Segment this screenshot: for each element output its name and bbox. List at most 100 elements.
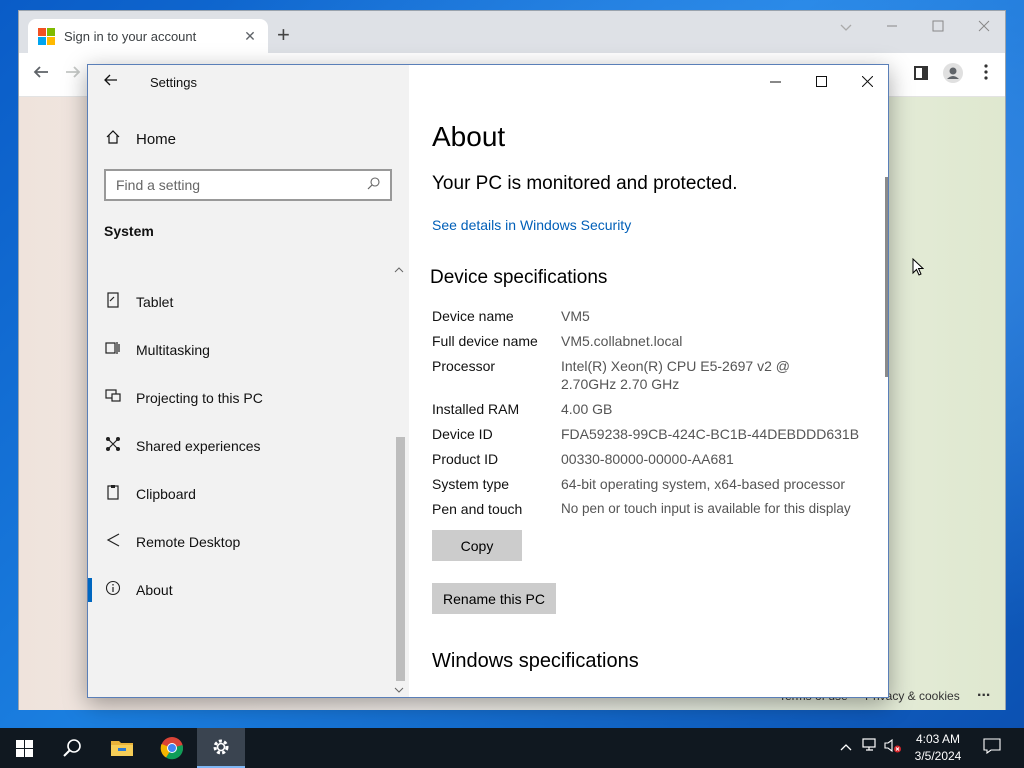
remote-desktop-icon — [104, 532, 122, 553]
sidebar-item-about[interactable]: About — [88, 566, 393, 614]
back-arrow-icon[interactable] — [104, 71, 118, 92]
taskbar-clock[interactable]: 4:03 AM 3/5/2024 — [906, 731, 970, 765]
spec-value: 64-bit operating system, x64-based proce… — [561, 476, 846, 492]
sidebar-item-projecting[interactable]: Projecting to this PC — [88, 374, 393, 422]
spec-key: Installed RAM — [432, 401, 520, 417]
search-icon — [367, 177, 380, 193]
tab-search-chevron-icon[interactable] — [834, 19, 858, 35]
settings-window: Settings Home System Tablet — [87, 64, 889, 698]
side-panel-icon[interactable] — [909, 63, 933, 85]
multitasking-icon — [104, 340, 122, 361]
browser-close-button[interactable] — [972, 19, 996, 35]
spec-value: VM5.collabnet.local — [561, 333, 683, 349]
spec-value: FDA59238-99CB-424C-BC1B-44DEBDDD631B — [561, 426, 860, 442]
device-specs-heading: Device specifications — [430, 267, 608, 288]
spec-value: No pen or touch input is available for t… — [561, 501, 851, 516]
sidebar-item-clipboard[interactable]: Clipboard — [88, 470, 393, 518]
spec-row: Processor Intel(R) Xeon(R) CPU E5-2697 v… — [432, 357, 872, 393]
profile-avatar-icon[interactable] — [941, 63, 965, 88]
nav-home-label: Home — [136, 131, 177, 148]
sidebar-item-remote-desktop[interactable]: Remote Desktop — [88, 518, 393, 566]
sidebar-item-label: Clipboard — [136, 486, 196, 502]
browser-menu-icon[interactable] — [974, 63, 998, 85]
taskbar: 4:03 AM 3/5/2024 — [0, 728, 1024, 768]
sidebar-item-label: Remote Desktop — [136, 534, 241, 550]
browser-tab[interactable]: Sign in to your account ✕ — [28, 19, 268, 53]
spec-row: Device name VM5 — [432, 307, 872, 325]
back-arrow-icon[interactable] — [29, 63, 53, 85]
tab-close-icon[interactable]: ✕ — [242, 28, 258, 45]
sidebar-item-label: Tablet — [136, 294, 174, 310]
page-title: About — [432, 121, 506, 152]
scroll-up-icon[interactable] — [394, 265, 404, 276]
windows-security-link[interactable]: See details in Windows Security — [432, 217, 872, 233]
browser-maximize-button[interactable] — [926, 19, 950, 35]
spec-row: Full device name VM5.collabnet.local — [432, 332, 872, 350]
home-icon — [104, 129, 122, 150]
chevron-up-icon[interactable] — [840, 738, 852, 754]
spec-value: VM5 — [561, 308, 590, 324]
content-scrollbar[interactable] — [885, 177, 888, 377]
spec-key: System type — [432, 476, 510, 492]
window-controls — [752, 65, 888, 97]
notifications-icon[interactable] — [983, 738, 1001, 757]
sidebar-item-shared-experiences[interactable]: Shared experiences — [88, 422, 393, 470]
settings-nav-pane: Settings Home System Tablet — [88, 65, 409, 697]
spec-row: System type 64-bit operating system, x64… — [432, 475, 872, 493]
network-icon[interactable] — [862, 738, 878, 755]
settings-gear-icon[interactable] — [197, 728, 245, 768]
nav-scrollbar[interactable] — [393, 265, 407, 697]
close-button[interactable] — [844, 65, 888, 97]
spec-key: Product ID — [432, 451, 499, 467]
browser-minimize-button[interactable] — [880, 19, 904, 35]
spec-value: 00330-80000-00000-AA681 — [561, 451, 734, 467]
spec-row: Product ID 00330-80000-00000-AA681 — [432, 450, 872, 468]
about-content: About Your PC is monitored and protected… — [430, 121, 872, 673]
nav-section-label: System — [104, 223, 154, 239]
spec-value: Intel(R) Xeon(R) CPU E5-2697 v2 @ 2.70GH… — [561, 358, 790, 392]
clock-time: 4:03 AM — [915, 732, 961, 746]
sidebar-item-tablet[interactable]: Tablet — [88, 278, 393, 326]
nav-home[interactable]: Home — [104, 129, 176, 150]
spec-key: Device ID — [432, 426, 493, 442]
settings-window-title: Settings — [150, 75, 197, 90]
spec-row: Pen and touch No pen or touch input is a… — [432, 500, 872, 518]
volume-muted-icon[interactable] — [884, 738, 902, 757]
settings-content-pane: About Your PC is monitored and protected… — [409, 65, 888, 697]
sidebar-item-label: Projecting to this PC — [136, 390, 263, 406]
spec-key: Device name — [432, 308, 514, 324]
copy-button[interactable]: Copy — [432, 530, 522, 561]
protection-status: Your PC is monitored and protected. — [432, 173, 738, 194]
scroll-down-icon[interactable] — [394, 685, 404, 696]
projecting-icon — [104, 388, 122, 409]
file-explorer-icon[interactable] — [98, 728, 146, 768]
spec-key: Pen and touch — [432, 501, 523, 517]
spec-value: 4.00 GB — [561, 401, 613, 417]
rename-pc-button[interactable]: Rename this PC — [432, 583, 556, 614]
search-input[interactable] — [116, 177, 367, 193]
forward-arrow-icon[interactable] — [61, 63, 85, 85]
spec-key: Processor — [432, 358, 496, 374]
maximize-button[interactable] — [798, 65, 844, 97]
sidebar-item-label: Multitasking — [136, 342, 210, 358]
sidebar-item-multitasking[interactable]: Multitasking — [88, 326, 393, 374]
search-box[interactable] — [104, 169, 392, 201]
clipboard-icon — [104, 484, 122, 505]
scrollbar-thumb[interactable] — [396, 437, 405, 681]
spec-row: Device ID FDA59238-99CB-424C-BC1B-44DEBD… — [432, 425, 872, 443]
minimize-button[interactable] — [752, 65, 798, 97]
shared-experiences-icon — [104, 436, 122, 457]
sidebar-item-label: Shared experiences — [136, 438, 261, 454]
clock-date: 3/5/2024 — [914, 749, 962, 763]
settings-nav-list: Tablet Multitasking Projecting to this P… — [88, 278, 393, 614]
browser-tab-title: Sign in to your account — [64, 28, 197, 44]
device-specs-table: Device name VM5 Full device name VM5.col… — [432, 307, 872, 518]
start-button[interactable] — [0, 728, 48, 768]
new-tab-button[interactable]: + — [277, 23, 290, 47]
more-options-link[interactable]: ... — [977, 683, 990, 701]
search-icon[interactable] — [48, 728, 96, 768]
browser-tab-strip: Sign in to your account ✕ + — [19, 11, 1005, 53]
info-icon — [104, 580, 122, 601]
spec-row: Installed RAM 4.00 GB — [432, 400, 872, 418]
chrome-icon[interactable] — [148, 728, 196, 768]
